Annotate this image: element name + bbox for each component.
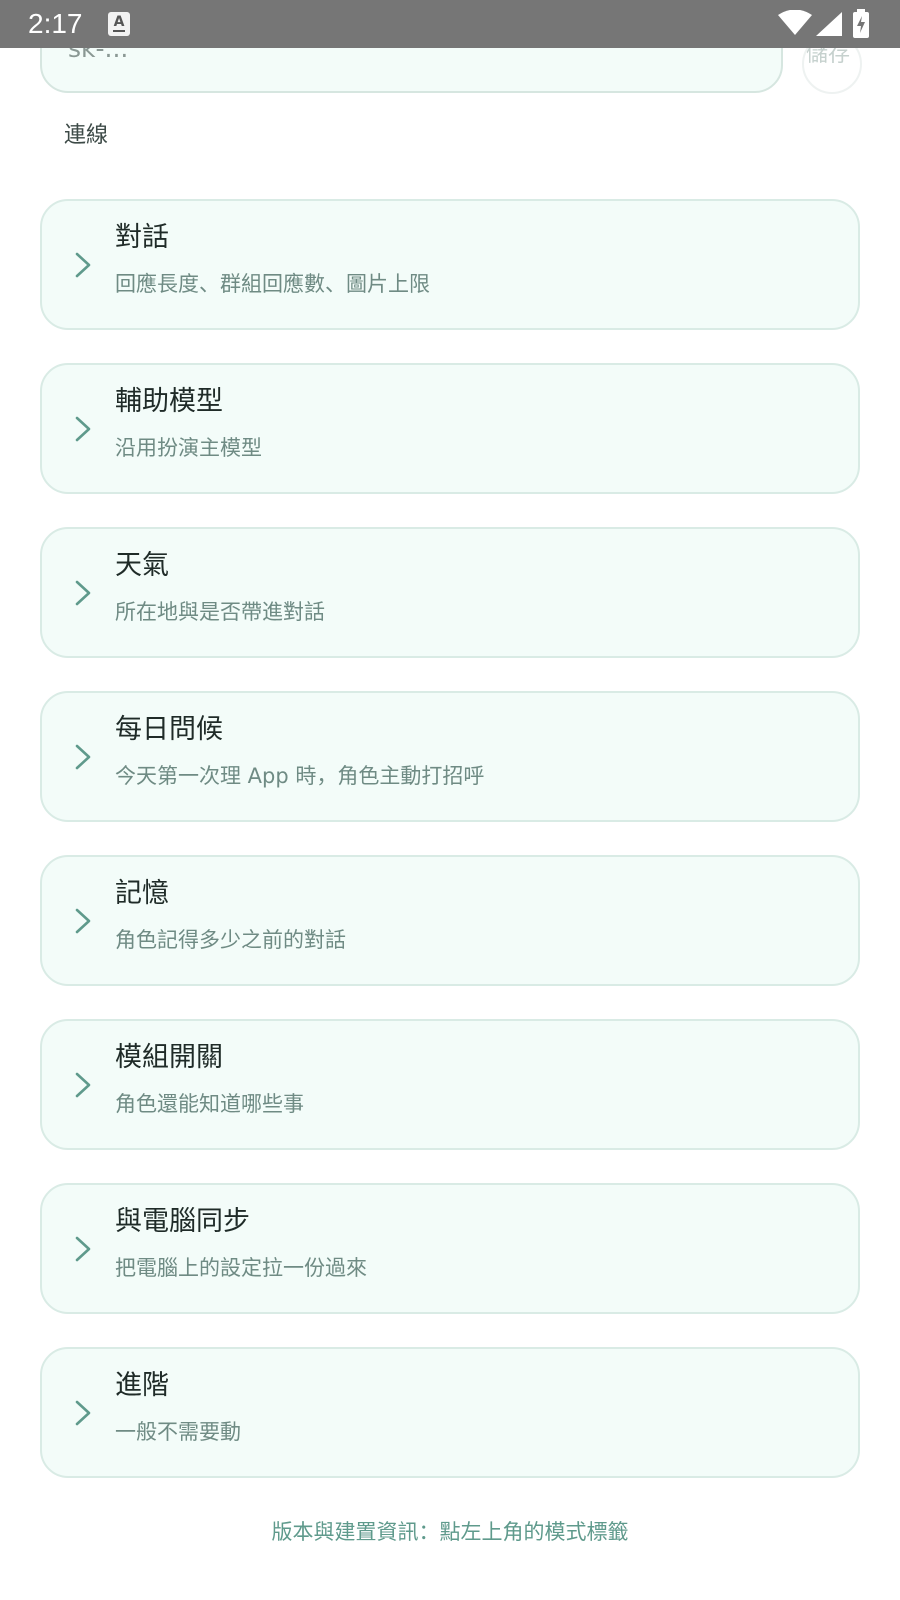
section-label-connection: 連線 <box>64 123 109 148</box>
signal-icon <box>816 12 842 36</box>
settings-card-conversation[interactable]: 對話 回應長度、群組回應數、圖片上限 <box>40 199 860 330</box>
settings-list: 對話 回應長度、群組回應數、圖片上限 輔助模型 沿用扮演主模型 天氣 所在地與是… <box>40 199 860 1511</box>
settings-card-subtitle: 把電腦上的設定拉一份過來 <box>115 1256 367 1280</box>
settings-card-sync-computer[interactable]: 與電腦同步 把電腦上的設定拉一份過來 <box>40 1183 860 1314</box>
chevron-right-icon <box>75 416 91 442</box>
chevron-right-icon <box>75 1072 91 1098</box>
settings-card-advanced[interactable]: 進階 一般不需要動 <box>40 1347 860 1478</box>
settings-card-title: 天氣 <box>115 550 169 581</box>
settings-card-daily-greeting[interactable]: 每日問候 今天第一次理 App 時，角色主動打招呼 <box>40 691 860 822</box>
keyboard-indicator-icon: A <box>108 12 130 36</box>
settings-card-memory[interactable]: 記憶 角色記得多少之前的對話 <box>40 855 860 986</box>
settings-card-subtitle: 角色記得多少之前的對話 <box>115 928 346 952</box>
settings-card-subtitle: 所在地與是否帶進對話 <box>115 600 325 624</box>
settings-card-subtitle: 角色還能知道哪些事 <box>115 1092 304 1116</box>
chevron-right-icon <box>75 744 91 770</box>
settings-card-title: 記憶 <box>115 878 169 909</box>
settings-card-subtitle: 一般不需要動 <box>115 1420 241 1444</box>
settings-card-modules[interactable]: 模組開關 角色還能知道哪些事 <box>40 1019 860 1150</box>
battery-charging-icon <box>853 9 869 38</box>
chevron-right-icon <box>75 252 91 278</box>
settings-card-title: 每日問候 <box>115 714 223 745</box>
settings-card-title: 進階 <box>115 1370 169 1401</box>
chevron-right-icon <box>75 580 91 606</box>
settings-card-title: 輔助模型 <box>115 386 223 417</box>
version-info-note: 版本與建置資訊：點左上角的模式標籤 <box>271 1520 629 1544</box>
chevron-right-icon <box>75 1400 91 1426</box>
chevron-right-icon <box>75 1236 91 1262</box>
settings-card-title: 與電腦同步 <box>115 1206 250 1237</box>
settings-card-subtitle: 回應長度、群組回應數、圖片上限 <box>115 272 430 296</box>
chevron-right-icon <box>75 908 91 934</box>
settings-card-title: 對話 <box>115 222 169 253</box>
status-bar: 2:17 A <box>0 0 900 48</box>
settings-card-subtitle: 沿用扮演主模型 <box>115 436 262 460</box>
wifi-icon <box>778 10 812 35</box>
settings-card-helper-model[interactable]: 輔助模型 沿用扮演主模型 <box>40 363 860 494</box>
settings-card-weather[interactable]: 天氣 所在地與是否帶進對話 <box>40 527 860 658</box>
settings-card-subtitle: 今天第一次理 App 時，角色主動打招呼 <box>115 764 485 788</box>
status-time: 2:17 <box>28 8 83 39</box>
settings-card-title: 模組開關 <box>115 1042 223 1073</box>
